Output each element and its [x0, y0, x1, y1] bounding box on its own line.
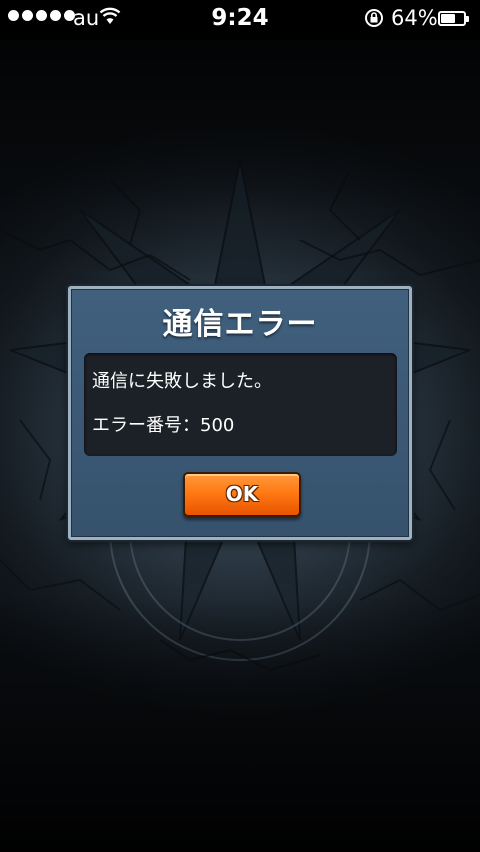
- battery-percent: 64%: [391, 6, 438, 30]
- battery-icon: [438, 11, 469, 26]
- message-box: 通信に失敗しました。 エラー番号：500: [84, 353, 397, 456]
- ok-button[interactable]: OK: [183, 472, 301, 517]
- status-bar: au 9:24 64%: [0, 0, 480, 40]
- rotation-lock-icon: [365, 9, 383, 27]
- error-code: エラー番号：500: [92, 415, 235, 436]
- dialog-title: 通信エラー: [162, 307, 318, 342]
- game-screen: au 9:24 64% 通信エラー 通信に失敗しました。 エラー番号：500 O…: [0, 0, 480, 852]
- error-message: 通信に失敗しました。: [92, 371, 272, 392]
- error-dialog: 通信エラー 通信に失敗しました。 エラー番号：500 OK: [68, 286, 412, 540]
